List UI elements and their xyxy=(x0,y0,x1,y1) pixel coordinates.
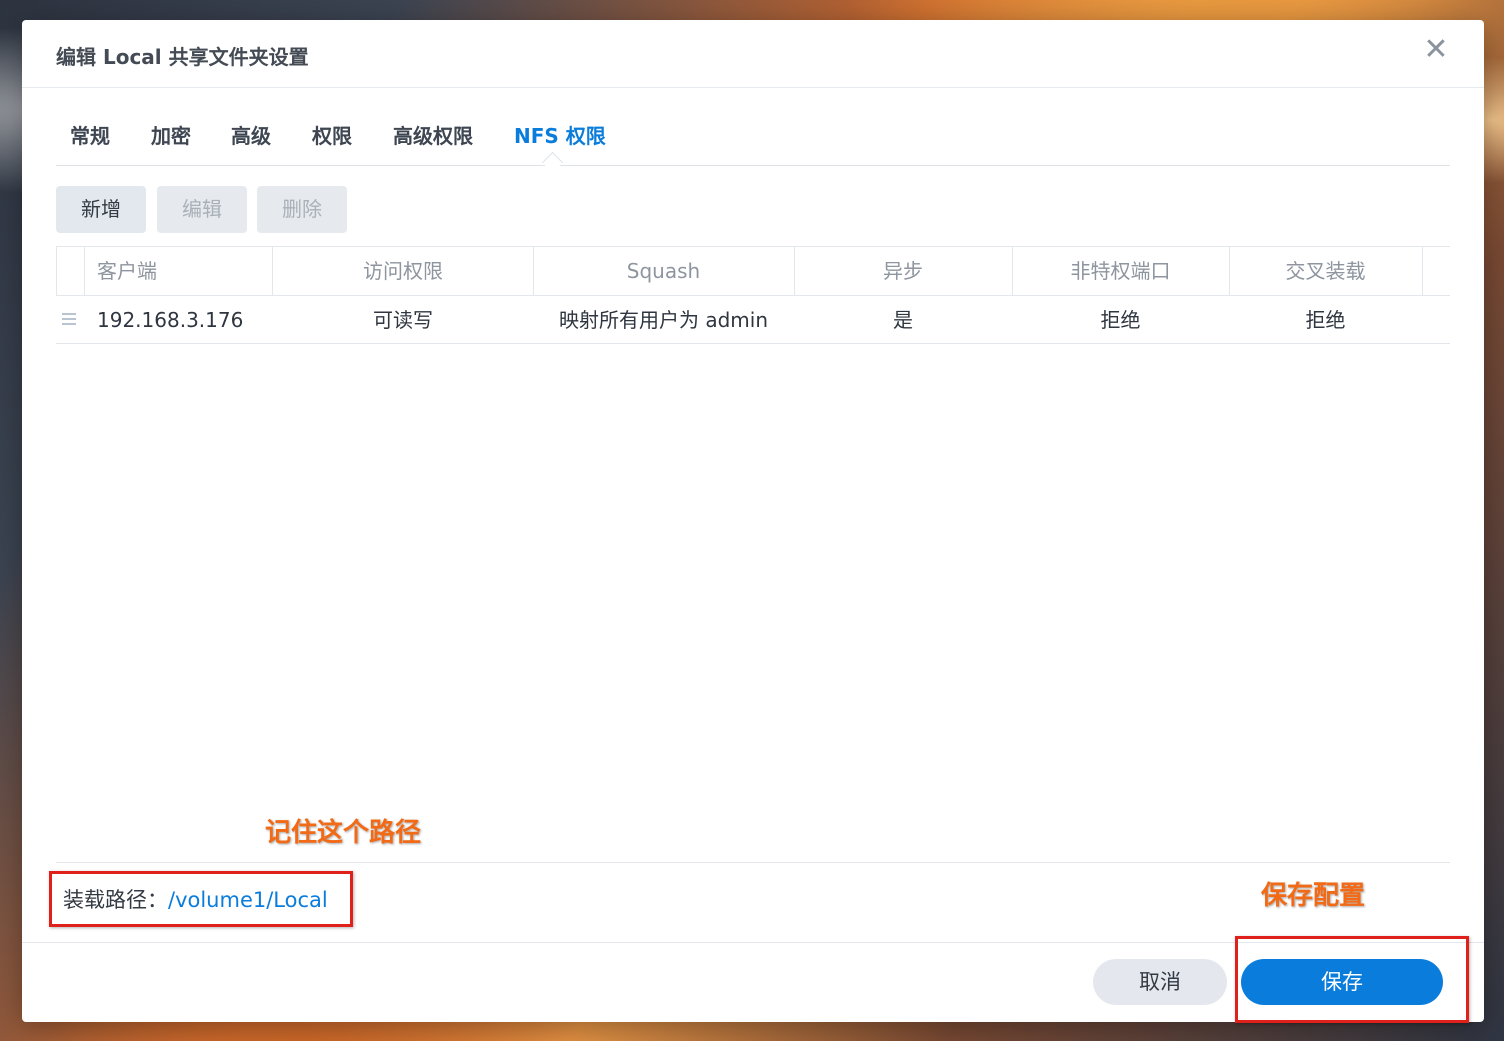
column-header-squash[interactable]: Squash xyxy=(533,247,795,295)
title-divider xyxy=(22,87,1484,88)
drag-handle-icon[interactable] xyxy=(62,313,76,327)
grid-header: 客户端 访问权限 Squash 异步 非特权端口 交叉装载 xyxy=(56,246,1450,295)
tab-advanced-permissions[interactable]: 高级权限 xyxy=(393,120,473,149)
cell-cross-mount: 拒绝 xyxy=(1305,308,1346,332)
table-row[interactable]: 192.168.3.176 可读写 映射所有用户为 admin 是 拒绝 拒绝 xyxy=(56,295,1450,344)
annotation-box-save xyxy=(1235,936,1469,1023)
edit-shared-folder-dialog: 编辑 Local 共享文件夹设置 ✕ 常规 加密 高级 权限 高级权限 NFS … xyxy=(22,20,1484,1023)
column-header-nonpriv-port[interactable]: 非特权端口 xyxy=(1012,247,1230,295)
cell-client: 192.168.3.176 xyxy=(97,308,244,332)
annotation-box-mount-path xyxy=(49,871,353,927)
dialog-title: 编辑 Local 共享文件夹设置 xyxy=(56,45,309,69)
active-tab-indicator xyxy=(541,151,564,174)
cell-nonpriv-port: 拒绝 xyxy=(1100,308,1141,332)
tab-advanced[interactable]: 高级 xyxy=(231,120,271,149)
column-header-access[interactable]: 访问权限 xyxy=(273,247,534,295)
cancel-button[interactable]: 取消 xyxy=(1093,959,1227,1005)
tab-bar: 常规 加密 高级 权限 高级权限 NFS 权限 xyxy=(56,108,1450,174)
tab-permissions[interactable]: 权限 xyxy=(312,120,352,149)
edit-button[interactable]: 编辑 xyxy=(157,186,247,233)
nfs-rules-grid: 客户端 访问权限 Squash 异步 非特权端口 交叉装载 192.168.3.… xyxy=(56,246,1450,344)
column-header-client[interactable]: 客户端 xyxy=(83,247,273,295)
cell-async: 是 xyxy=(893,308,913,332)
tab-general[interactable]: 常规 xyxy=(70,120,110,149)
header-handle-cell xyxy=(56,247,85,295)
column-header-cross-mount[interactable]: 交叉装载 xyxy=(1229,247,1423,295)
cell-access: 可读写 xyxy=(373,308,433,332)
tab-encryption[interactable]: 加密 xyxy=(151,120,191,149)
mount-divider xyxy=(56,862,1450,863)
close-icon[interactable]: ✕ xyxy=(1422,35,1450,65)
tab-nfs-permissions[interactable]: NFS 权限 xyxy=(514,120,606,149)
cell-squash: 映射所有用户为 admin xyxy=(558,308,769,332)
column-header-async[interactable]: 异步 xyxy=(794,247,1013,295)
delete-button[interactable]: 删除 xyxy=(257,186,347,233)
annotation-remember-path: 记住这个路径 xyxy=(265,818,422,848)
add-button[interactable]: 新增 xyxy=(56,186,146,233)
annotation-save-config: 保存配置 xyxy=(1261,881,1366,911)
